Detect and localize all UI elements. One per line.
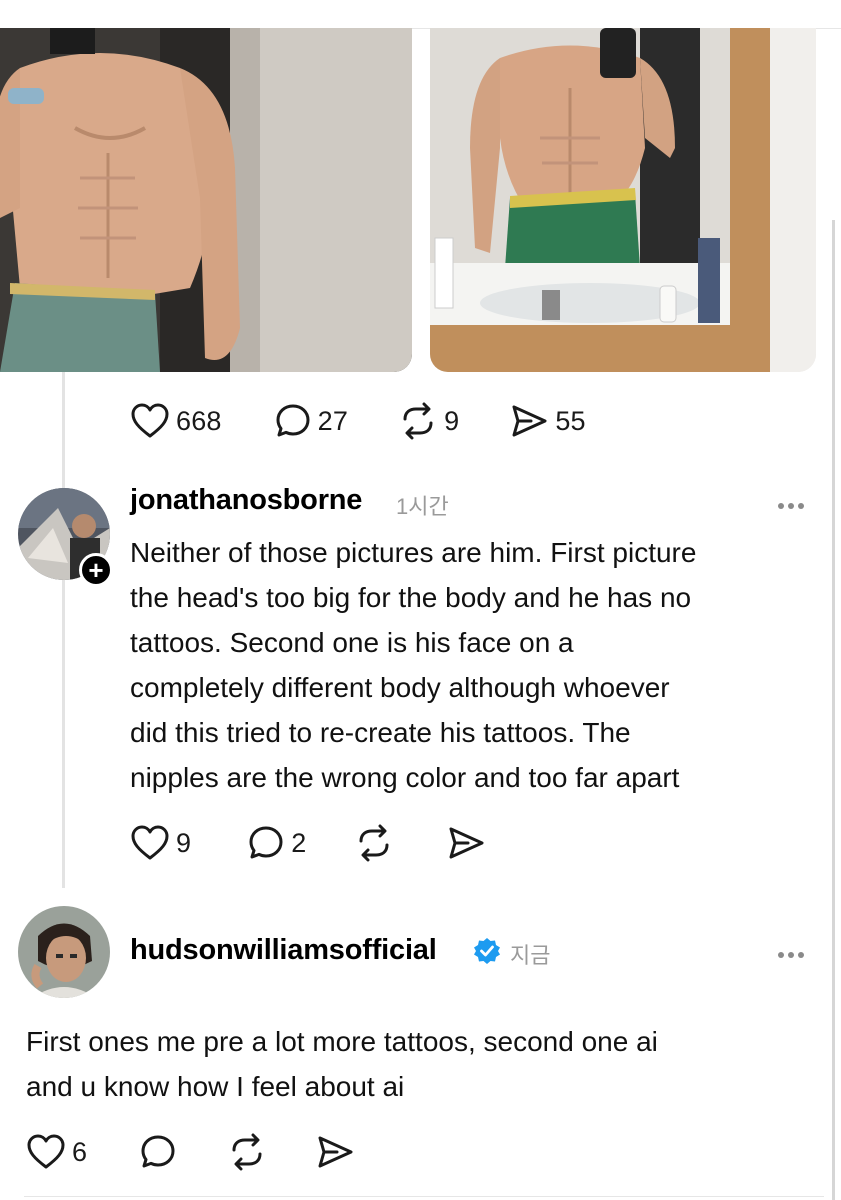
follow-button[interactable]: + bbox=[79, 553, 113, 587]
heart-icon bbox=[131, 825, 169, 860]
reply-button[interactable] bbox=[139, 1133, 177, 1171]
repost-icon bbox=[359, 824, 389, 862]
share-count: 55 bbox=[555, 405, 586, 436]
more-dots-icon[interactable] bbox=[778, 492, 808, 515]
avatar[interactable] bbox=[18, 906, 110, 998]
like-count: 6 bbox=[72, 1136, 88, 1167]
comment-actions: 9 2 bbox=[130, 824, 486, 862]
comment-line: tattoos. Second one is his face on a bbox=[130, 627, 574, 658]
like-count: 9 bbox=[176, 827, 192, 858]
repost-button[interactable]: 9 bbox=[398, 402, 459, 440]
share-button[interactable]: 55 bbox=[509, 402, 586, 440]
reply-count: 2 bbox=[291, 827, 307, 858]
comment-line: and u know how I feel about ai bbox=[26, 1071, 405, 1102]
username[interactable]: hudsonwilliamsofficial bbox=[130, 934, 437, 967]
comment-actions: 6 bbox=[26, 1133, 355, 1171]
comment-line: First ones me pre a lot more tattoos, se… bbox=[26, 1026, 658, 1057]
comment-line: nipples are the wrong color and too far … bbox=[130, 762, 680, 793]
heart-icon bbox=[131, 403, 169, 438]
comment-bubble-icon bbox=[141, 1135, 175, 1168]
share-button[interactable] bbox=[446, 824, 486, 862]
reply-button[interactable]: 2 bbox=[247, 824, 306, 862]
post-image-1[interactable] bbox=[0, 28, 412, 372]
share-button[interactable] bbox=[315, 1133, 355, 1171]
repost-icon bbox=[232, 1133, 262, 1171]
comment-line: did this tried to re-create his tattoos.… bbox=[130, 717, 631, 748]
scrollbar[interactable] bbox=[832, 220, 835, 1200]
comment-line: completely different body although whoev… bbox=[130, 672, 670, 703]
send-icon bbox=[512, 405, 547, 437]
timestamp: 지금 bbox=[510, 943, 551, 968]
repost-button[interactable] bbox=[354, 824, 394, 862]
post-actions: 668 27 9 55 bbox=[130, 402, 586, 440]
heart-icon bbox=[27, 1134, 65, 1169]
comment-body: First ones me pre a lot more tattoos, se… bbox=[26, 1019, 658, 1109]
comment-body: Neither of those pictures are him. First… bbox=[130, 530, 696, 800]
verified-badge-icon bbox=[474, 938, 500, 964]
like-button[interactable]: 6 bbox=[26, 1133, 87, 1171]
more-dots-icon[interactable] bbox=[778, 941, 808, 964]
thread-line bbox=[62, 372, 65, 888]
comment-line: the head's too big for the body and he h… bbox=[130, 582, 692, 613]
like-count: 668 bbox=[176, 405, 222, 436]
send-icon bbox=[318, 1136, 353, 1168]
timestamp: 1시간 bbox=[396, 494, 449, 519]
send-icon bbox=[449, 827, 484, 859]
post-image-2[interactable] bbox=[430, 28, 816, 372]
repost-count: 9 bbox=[444, 405, 460, 436]
comment-bubble-icon bbox=[276, 404, 310, 437]
bottom-divider bbox=[24, 1196, 824, 1197]
username[interactable]: jonathanosborne bbox=[130, 484, 362, 517]
repost-icon bbox=[403, 402, 433, 440]
reply-button[interactable]: 27 bbox=[274, 402, 348, 440]
reply-count: 27 bbox=[317, 405, 349, 436]
comment-line: Neither of those pictures are him. First… bbox=[130, 537, 697, 568]
like-button[interactable]: 668 bbox=[130, 402, 222, 440]
repost-button[interactable] bbox=[227, 1133, 267, 1171]
comment-bubble-icon bbox=[249, 826, 283, 859]
like-button[interactable]: 9 bbox=[130, 824, 191, 862]
